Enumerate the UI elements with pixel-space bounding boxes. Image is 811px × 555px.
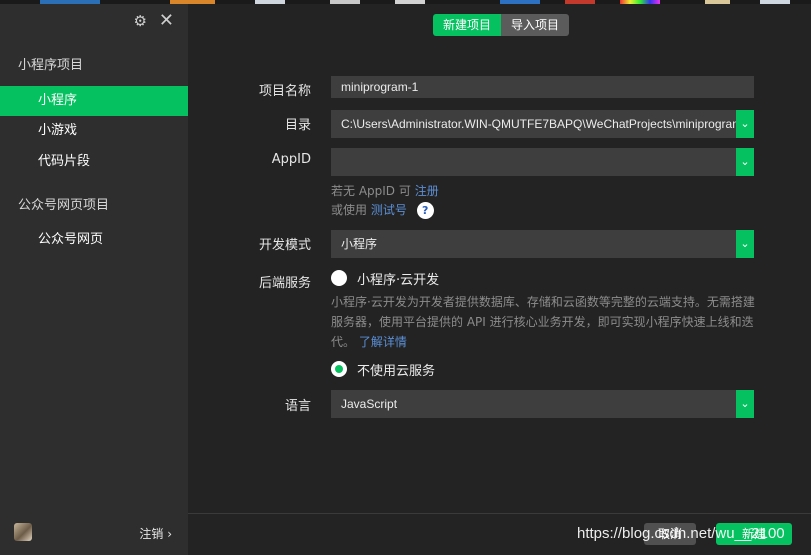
learn-more-link[interactable]: 了解详情	[359, 335, 407, 349]
logout-button[interactable]: 注销 ›	[139, 525, 172, 542]
main-panel: 新建项目 导入项目 项目名称 目录 C:\Users\Administrator…	[188, 4, 811, 555]
help-icon[interactable]: ?	[416, 202, 434, 219]
register-link[interactable]: 注册	[415, 184, 439, 198]
sidebar-item-official-web[interactable]: 公众号网页	[0, 225, 188, 255]
chevron-down-icon[interactable]: ⌄	[736, 390, 754, 418]
appid-label: AppID	[271, 152, 311, 167]
section-title-official-web: 公众号网页项目	[18, 198, 110, 213]
gear-icon[interactable]: ⚙	[133, 12, 146, 30]
tab-import-project[interactable]: 导入项目	[501, 14, 570, 36]
project-name-label: 项目名称	[258, 84, 311, 99]
no-cloud-radio[interactable]	[331, 361, 347, 377]
sidebar: ⚙ ✕ 小程序项目 小程序 小游戏 代码片段 公众号网页项目 公众号网页 注销 …	[0, 4, 188, 555]
project-name-input[interactable]	[331, 76, 754, 98]
sidebar-item-miniprogram[interactable]: 小程序	[0, 86, 188, 116]
cloud-dev-option-label[interactable]: 小程序·云开发	[357, 269, 439, 288]
project-tabs: 新建项目 导入项目	[433, 14, 570, 36]
sidebar-item-code-snippet[interactable]: 代码片段	[0, 147, 188, 177]
directory-select[interactable]: C:\Users\Administrator.WIN-QMUTFE7BAPQ\W…	[331, 110, 754, 138]
language-label: 语言	[284, 399, 311, 414]
hint-text: 若无 AppID 可	[331, 184, 411, 198]
chevron-down-icon[interactable]: ⌄	[736, 110, 754, 138]
footer-divider	[188, 513, 811, 514]
cloud-dev-radio[interactable]	[331, 270, 347, 286]
sidebar-top-icons: ⚙ ✕	[133, 12, 174, 31]
dev-mode-value: 小程序	[341, 237, 378, 251]
chevron-down-icon[interactable]: ⌄	[736, 148, 754, 176]
language-value: JavaScript	[341, 397, 398, 411]
dev-mode-label: 开发模式	[258, 238, 311, 253]
chevron-down-icon[interactable]: ⌄	[736, 230, 754, 258]
no-cloud-option-label[interactable]: 不使用云服务	[357, 360, 435, 379]
hint-text: 或使用	[331, 203, 368, 217]
test-account-link[interactable]: 测试号	[371, 203, 407, 217]
dev-mode-select[interactable]: 小程序 ⌄	[331, 230, 754, 258]
watermark-text: https://blog.csdn.net/wu__2100	[577, 525, 785, 542]
close-icon[interactable]: ✕	[159, 12, 174, 30]
directory-value: C:\Users\Administrator.WIN-QMUTFE7BAPQ\W…	[341, 117, 736, 131]
appid-select[interactable]: ⌄	[331, 148, 754, 176]
appid-register-hint: 若无 AppID 可 注册	[331, 182, 439, 199]
sidebar-footer: 注销 ›	[0, 513, 188, 555]
sidebar-item-minigame[interactable]: 小游戏	[0, 116, 188, 146]
tab-new-project[interactable]: 新建项目	[433, 14, 502, 36]
section-title-miniprogram: 小程序项目	[18, 58, 84, 73]
backend-label: 后端服务	[258, 276, 311, 291]
directory-label: 目录	[284, 118, 311, 133]
avatar[interactable]	[14, 523, 32, 541]
appid-test-hint: 或使用 测试号 ?	[331, 201, 434, 219]
language-select[interactable]: JavaScript ⌄	[331, 390, 754, 418]
cloud-dev-description: 小程序·云开发为开发者提供数据库、存储和云函数等完整的云端支持。无需搭建服务器，…	[331, 292, 761, 352]
